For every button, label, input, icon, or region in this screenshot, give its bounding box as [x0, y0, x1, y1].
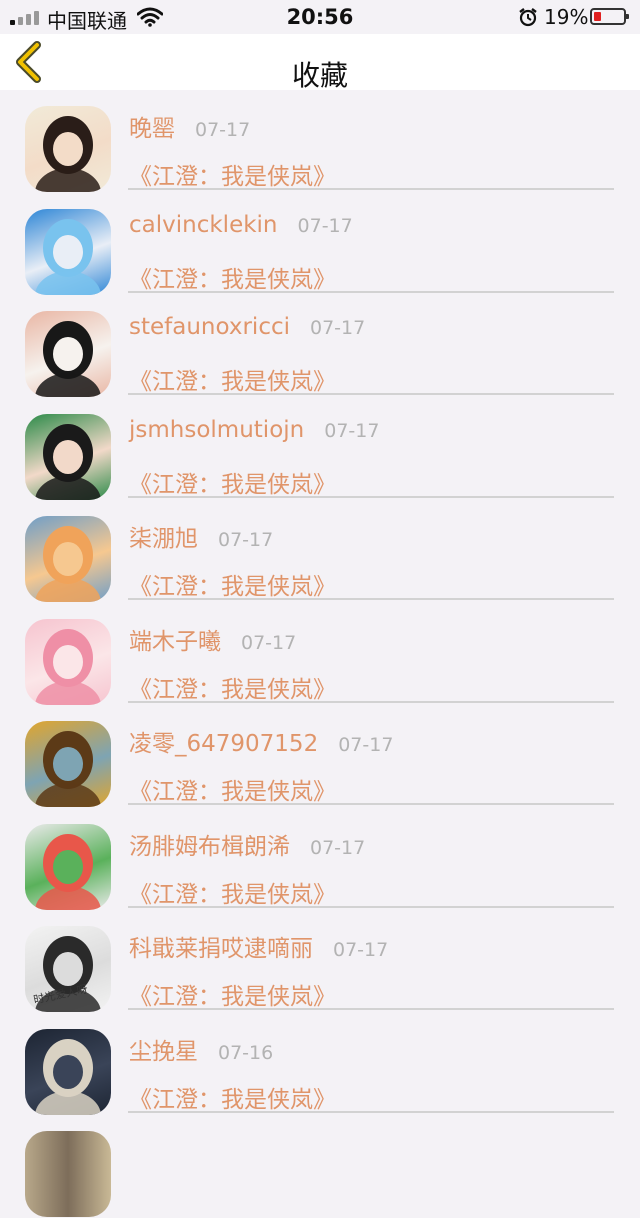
list-item[interactable]: 时光爱人呀 科戢莱捐哎逮嘀丽 07-17 《江澄：我是侠岚》 [0, 910, 640, 1013]
date-label: 07-17 [241, 631, 297, 654]
work-title[interactable]: 《江澄：我是侠岚》 [129, 157, 336, 191]
avatar[interactable] [25, 721, 111, 807]
page-title: 收藏 [291, 59, 348, 92]
status-bar: 中国联通 20:56 19% [0, 0, 640, 34]
username-text[interactable]: 晚罂 [129, 116, 175, 142]
avatar[interactable] [25, 311, 111, 397]
username-text[interactable]: 科戢莱捐哎逮嘀丽 [129, 936, 313, 962]
work-title[interactable]: 《江澄：我是侠岚》 [129, 1080, 336, 1114]
divider [128, 1008, 614, 1010]
username-text[interactable]: 汤腓姆布楫朗浠 [129, 834, 290, 860]
work-title[interactable]: 《江澄：我是侠岚》 [129, 260, 336, 294]
avatar[interactable] [25, 1028, 111, 1115]
work-title[interactable]: 《江澄：我是侠岚》 [129, 465, 336, 499]
nav-bar: 收藏 [0, 34, 640, 92]
username[interactable]: 汤腓姆布楫朗浠 07-17 [129, 827, 365, 861]
alarm-icon [519, 8, 537, 27]
username-text[interactable]: calvincklekin [129, 212, 278, 238]
list-item[interactable]: 凌零_647907152 07-17 《江澄：我是侠岚》 [0, 705, 640, 808]
username[interactable]: stefaunoxricci 07-17 [129, 314, 365, 340]
work-title[interactable]: 《江澄：我是侠岚》 [129, 875, 336, 909]
divider [128, 1110, 614, 1113]
list-item[interactable]: calvincklekin 07-17 《江澄：我是侠岚》 [0, 193, 640, 296]
avatar[interactable] [25, 823, 111, 910]
date-label: 07-17 [338, 734, 394, 756]
username[interactable]: 科戢莱捐哎逮嘀丽 07-17 [129, 929, 388, 963]
username-text[interactable]: 尘挽星 [129, 1039, 198, 1065]
divider [128, 700, 614, 703]
username[interactable]: calvincklekin 07-17 [129, 212, 353, 238]
username-text[interactable]: jsmhsolmutiojn [129, 417, 304, 443]
username-text[interactable]: 端木子曦 [129, 629, 221, 655]
avatar[interactable] [25, 516, 111, 602]
divider [128, 598, 614, 600]
work-title[interactable]: 《江澄：我是侠岚》 [129, 977, 336, 1011]
favorites-list: 晚罂 07-17 《江澄：我是侠岚》 calvincklekin 07-17 《江澄：我是… [0, 90, 640, 1218]
username[interactable]: 凌零_647907152 07-17 [129, 724, 393, 758]
avatar[interactable] [25, 208, 111, 295]
list-item[interactable]: stefaunoxricci 07-17 《江澄：我是侠岚》 [0, 295, 640, 398]
divider [128, 290, 614, 293]
date-label: 07-17 [310, 836, 366, 859]
date-label: 07-17 [324, 419, 380, 442]
list-item[interactable]: 端木子曦 07-17 《江澄：我是侠岚》 [0, 603, 640, 706]
avatar[interactable] [25, 1131, 111, 1217]
list-item[interactable]: 柒淜旭 07-17 《江澄：我是侠岚》 [0, 500, 640, 603]
username[interactable]: 柒淜旭 07-17 [129, 519, 273, 553]
username-text[interactable]: 柒淜旭 [129, 526, 198, 552]
divider [128, 495, 614, 498]
work-title[interactable]: 《江澄：我是侠岚》 [129, 362, 336, 396]
username[interactable]: 晚罂 07-17 [129, 109, 250, 143]
list-item[interactable] [0, 1115, 640, 1218]
avatar[interactable]: 时光爱人呀 [25, 926, 111, 1012]
list-item[interactable]: 汤腓姆布楫朗浠 07-17 《江澄：我是侠岚》 [0, 808, 640, 911]
work-title[interactable]: 《江澄：我是侠岚》 [129, 567, 336, 601]
list-item[interactable]: 晚罂 07-17 《江澄：我是侠岚》 [0, 90, 640, 193]
date-label: 07-17 [333, 939, 389, 961]
date-label: 07-17 [310, 317, 366, 339]
divider [128, 803, 614, 805]
battery-icon [590, 8, 629, 25]
username[interactable]: 尘挽星 07-16 [129, 1032, 273, 1066]
username[interactable]: 端木子曦 07-17 [129, 622, 296, 656]
list-item[interactable]: jsmhsolmutiojn 07-17 《江澄：我是侠岚》 [0, 398, 640, 501]
battery-percent: 19% [544, 5, 589, 29]
date-label: 07-16 [218, 1041, 274, 1064]
date-label: 07-17 [195, 119, 251, 141]
username-text[interactable]: 凌零_647907152 [129, 731, 318, 757]
username-text[interactable]: stefaunoxricci [129, 314, 290, 340]
username[interactable]: jsmhsolmutiojn 07-17 [129, 417, 379, 443]
work-title[interactable]: 《江澄：我是侠岚》 [129, 670, 336, 704]
list-item[interactable]: 尘挽星 07-16 《江澄：我是侠岚》 [0, 1013, 640, 1116]
divider [128, 393, 614, 395]
divider [128, 905, 614, 908]
work-title[interactable]: 《江澄：我是侠岚》 [129, 772, 336, 806]
date-label: 07-17 [297, 214, 353, 237]
avatar[interactable] [25, 413, 111, 500]
avatar[interactable] [25, 618, 111, 705]
divider [128, 188, 614, 190]
date-label: 07-17 [218, 529, 274, 551]
avatar[interactable] [25, 106, 111, 192]
